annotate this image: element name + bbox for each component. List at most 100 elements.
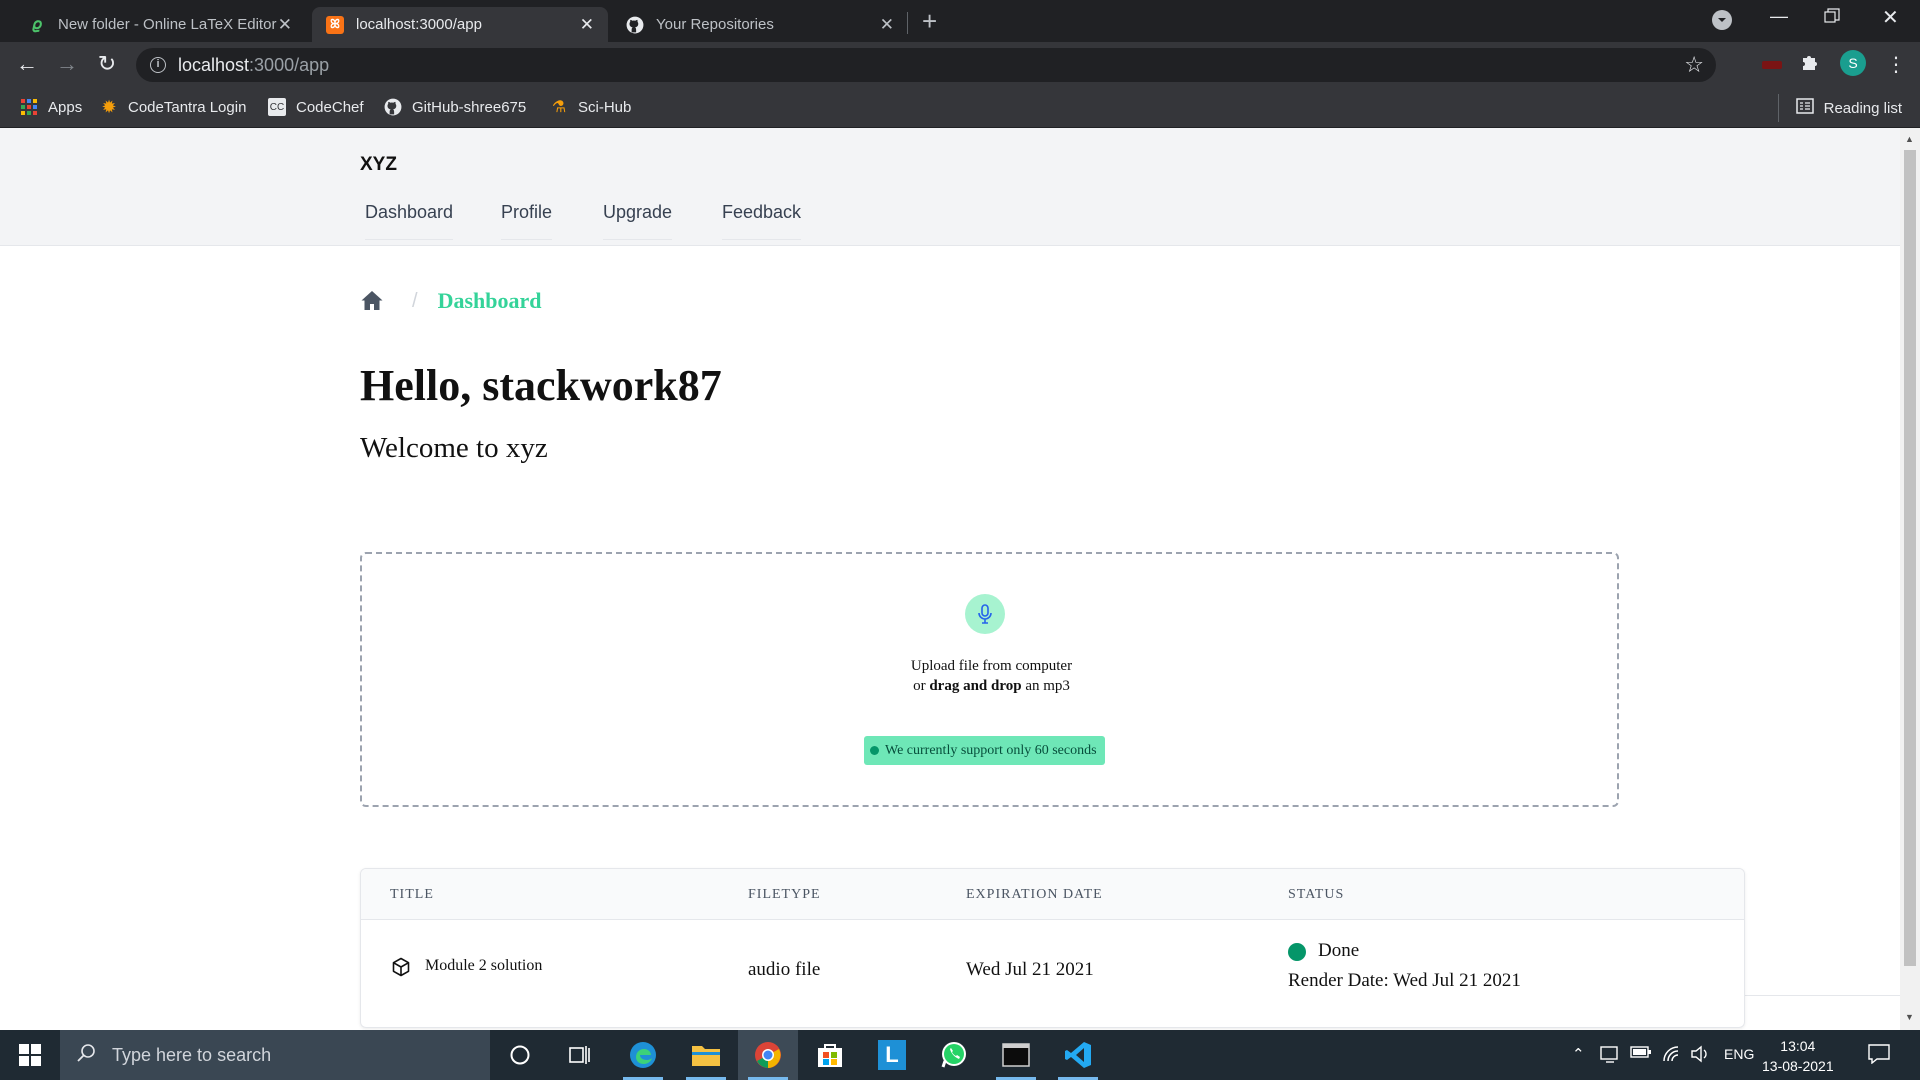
browser-tab-strip: 𝜚 New folder - Online LaTeX Editor ✕ ꕤ l… bbox=[0, 0, 1920, 42]
reading-list-icon bbox=[1795, 98, 1814, 118]
cortana-icon[interactable] bbox=[490, 1030, 550, 1080]
menu-kebab-icon[interactable]: ⋮ bbox=[1886, 52, 1906, 77]
clock-time: 13:04 bbox=[1780, 1038, 1816, 1054]
terminal-icon[interactable] bbox=[986, 1030, 1046, 1080]
forward-arrow-icon[interactable]: → bbox=[53, 51, 81, 77]
lms-app-icon[interactable]: L bbox=[862, 1030, 922, 1080]
vscode-icon[interactable] bbox=[1048, 1030, 1108, 1080]
nav-upgrade[interactable]: Upgrade bbox=[603, 202, 673, 240]
bookmark-divider bbox=[1778, 94, 1779, 122]
address-bar[interactable]: i localhost:3000/app ☆ bbox=[136, 48, 1716, 82]
breadcrumb-separator: / bbox=[412, 289, 418, 312]
tab-title: New folder - Online LaTeX Editor bbox=[58, 16, 277, 33]
reading-list-button[interactable]: Reading list bbox=[1795, 98, 1902, 118]
extensions-puzzle-icon[interactable] bbox=[1800, 52, 1820, 78]
breadcrumb: / Dashboard bbox=[360, 288, 541, 314]
github-icon bbox=[384, 98, 402, 116]
upload-dropzone[interactable]: Upload file from computer or drag and dr… bbox=[360, 552, 1619, 807]
close-icon[interactable]: ✕ bbox=[580, 15, 594, 35]
url-host: localhost bbox=[178, 55, 250, 75]
tray-display-icon[interactable] bbox=[1600, 1045, 1620, 1067]
upload-line2-suffix: an mp3 bbox=[1021, 678, 1070, 694]
bookmark-codechef[interactable]: CC CodeChef bbox=[268, 98, 364, 116]
bookmark-apps[interactable]: Apps bbox=[20, 98, 82, 116]
tab-overleaf[interactable]: 𝜚 New folder - Online LaTeX Editor ✕ bbox=[14, 7, 306, 42]
home-icon[interactable] bbox=[360, 289, 384, 313]
bookmark-star-icon[interactable]: ☆ bbox=[1684, 52, 1704, 78]
close-icon[interactable]: ✕ bbox=[880, 15, 894, 35]
bookmark-label: CodeTantra Login bbox=[128, 98, 247, 116]
column-status: STATUS bbox=[1288, 887, 1345, 902]
page-title: Hello, stackwork87 bbox=[360, 361, 722, 410]
bookmark-scihub[interactable]: ⚗ Sci-Hub bbox=[550, 98, 632, 117]
scihub-icon: ⚗ bbox=[551, 99, 567, 116]
file-explorer-icon[interactable] bbox=[676, 1030, 736, 1080]
app-header: XYZ Dashboard Profile Upgrade Feedback bbox=[0, 128, 1900, 246]
reload-icon[interactable]: ↻ bbox=[93, 51, 121, 77]
badge-label: We currently support only 60 seconds bbox=[885, 742, 1097, 758]
scrollbar-thumb[interactable] bbox=[1904, 150, 1916, 966]
bookmark-github[interactable]: GitHub-shree675 bbox=[384, 98, 526, 116]
whatsapp-icon[interactable] bbox=[924, 1030, 984, 1080]
nav-profile[interactable]: Profile bbox=[501, 202, 553, 240]
nav-dashboard[interactable]: Dashboard bbox=[365, 202, 454, 240]
notifications-icon[interactable] bbox=[1868, 1044, 1890, 1068]
tab-github[interactable]: Your Repositories ✕ bbox=[612, 7, 908, 42]
edge-icon[interactable] bbox=[613, 1030, 673, 1080]
search-placeholder: Type here to search bbox=[112, 1044, 272, 1065]
app-favicon-icon: ꕤ bbox=[326, 15, 344, 34]
breadcrumb-current[interactable]: Dashboard bbox=[438, 288, 542, 314]
show-hidden-icons-chevron-icon[interactable]: ⌃ bbox=[1572, 1045, 1585, 1063]
back-arrow-icon[interactable]: ← bbox=[13, 51, 41, 77]
windows-taskbar: Type here to search L ⌃ ENG 13:04 13-08-… bbox=[0, 1030, 1920, 1080]
system-clock[interactable]: 13:04 13-08-2021 bbox=[1762, 1036, 1834, 1076]
taskbar-search-input[interactable]: Type here to search bbox=[60, 1030, 490, 1080]
minimize-icon[interactable]: — bbox=[1770, 6, 1788, 27]
battery-icon[interactable] bbox=[1630, 1045, 1652, 1063]
upload-line1: Upload file from computer bbox=[910, 658, 1073, 674]
files-table: TITLE FILETYPE EXPIRATION DATE STATUS Mo… bbox=[360, 868, 1745, 1028]
upload-line2-prefix: or bbox=[913, 678, 930, 694]
tab-localhost[interactable]: ꕤ localhost:3000/app ✕ bbox=[312, 7, 608, 42]
welcome-text: Welcome to xyz bbox=[360, 432, 548, 464]
scroll-down-icon[interactable]: ▼ bbox=[1905, 1012, 1914, 1022]
restore-icon[interactable] bbox=[1824, 8, 1840, 29]
extension-icon[interactable] bbox=[1762, 61, 1782, 69]
chrome-icon[interactable] bbox=[738, 1030, 798, 1080]
url-path: :3000/app bbox=[249, 55, 330, 75]
profile-avatar[interactable]: S bbox=[1840, 50, 1866, 76]
upload-instructions: Upload file from computer or drag and dr… bbox=[362, 656, 1621, 696]
row-title[interactable]: Module 2 solution bbox=[425, 957, 542, 975]
volume-icon[interactable] bbox=[1690, 1045, 1710, 1067]
page-scrollbar[interactable]: ▲ ▼ bbox=[1900, 128, 1920, 1030]
brand-logo[interactable]: XYZ bbox=[360, 154, 397, 176]
codetantra-icon: ✹ bbox=[101, 96, 117, 117]
wifi-icon[interactable] bbox=[1662, 1045, 1682, 1067]
input-language[interactable]: ENG bbox=[1724, 1046, 1754, 1062]
column-filetype: FILETYPE bbox=[748, 887, 821, 902]
bookmark-label: CodeChef bbox=[296, 98, 364, 116]
badge-dot bbox=[870, 746, 879, 755]
close-icon[interactable]: ✕ bbox=[278, 15, 292, 35]
window-close-icon[interactable]: ✕ bbox=[1882, 5, 1899, 30]
cube-icon bbox=[391, 957, 411, 977]
support-badge: We currently support only 60 seconds bbox=[864, 736, 1105, 765]
windows-start-icon[interactable] bbox=[0, 1030, 60, 1080]
status-done-dot bbox=[1288, 943, 1306, 961]
tab-search-icon[interactable] bbox=[1712, 10, 1732, 30]
new-tab-plus-icon[interactable]: + bbox=[922, 6, 937, 37]
url-text[interactable]: localhost:3000/app bbox=[178, 55, 329, 76]
column-title: TITLE bbox=[390, 887, 434, 902]
bookmark-label: GitHub-shree675 bbox=[412, 98, 527, 116]
search-icon bbox=[76, 1043, 96, 1068]
microphone-icon[interactable] bbox=[965, 594, 1005, 634]
site-info-icon[interactable]: i bbox=[150, 57, 166, 73]
bookmark-codetantra[interactable]: ✹ CodeTantra Login bbox=[100, 96, 247, 117]
browser-toolbar: ← → ↻ i localhost:3000/app ☆ S ⋮ bbox=[0, 42, 1920, 88]
nav-feedback[interactable]: Feedback bbox=[722, 202, 802, 240]
microsoft-store-icon[interactable] bbox=[800, 1030, 860, 1080]
scroll-up-icon[interactable]: ▲ bbox=[1905, 134, 1914, 144]
bookmark-label: Apps bbox=[48, 98, 83, 116]
tab-divider bbox=[907, 12, 908, 34]
task-view-icon[interactable] bbox=[550, 1030, 610, 1080]
